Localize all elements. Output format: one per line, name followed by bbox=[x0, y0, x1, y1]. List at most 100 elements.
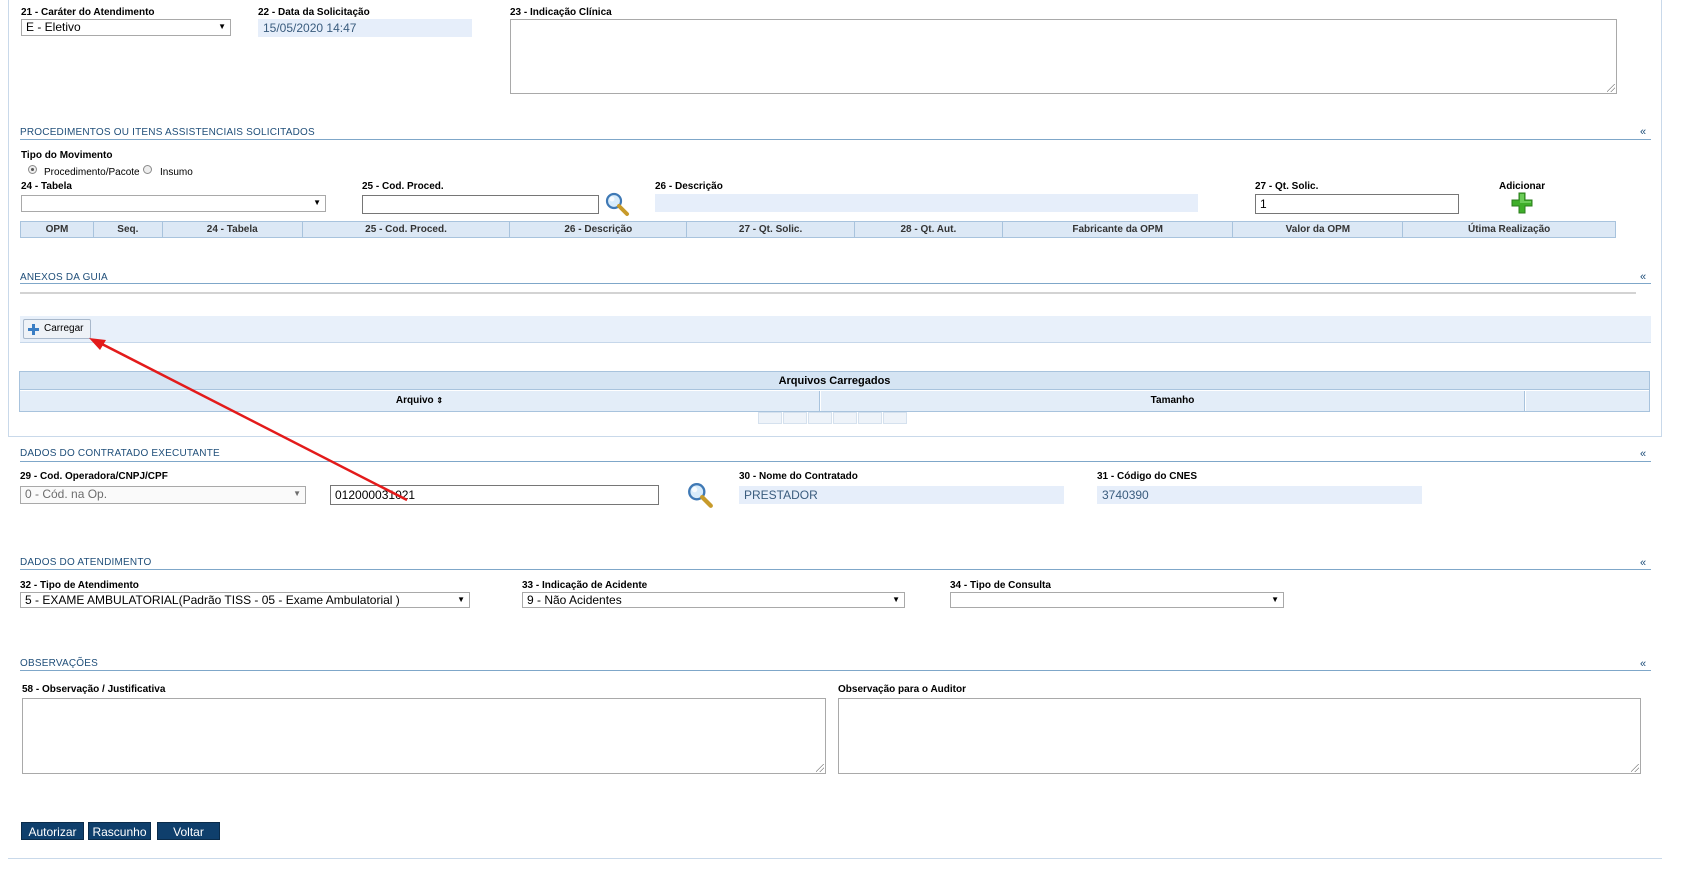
col-cod-proced[interactable]: 25 - Cod. Proced. bbox=[303, 222, 511, 237]
indicacao-acidente-label: 33 - Indicação de Acidente bbox=[522, 580, 648, 591]
chevron-down-icon: ▼ bbox=[457, 595, 465, 604]
collapse-icon[interactable]: « bbox=[1640, 271, 1646, 283]
cod-proced-label: 25 - Cod. Proced. bbox=[362, 181, 444, 192]
tabela-select[interactable]: ▼ bbox=[21, 195, 326, 212]
cod-operadora-label: 29 - Cod. Operadora/CNPJ/CPF bbox=[20, 471, 168, 482]
rascunho-button[interactable]: Rascunho bbox=[88, 822, 151, 840]
tipo-atendimento-select[interactable]: 5 - EXAME AMBULATORIAL(Padrão TISS - 05 … bbox=[20, 592, 470, 608]
cod-operadora-select-value: 0 - Cód. na Op. bbox=[25, 487, 108, 501]
radio-procedimento-label: Procedimento/Pacote bbox=[44, 167, 140, 178]
qt-solic-label: 27 - Qt. Solic. bbox=[1255, 181, 1319, 192]
indicacao-clinica-textarea[interactable] bbox=[510, 19, 1617, 94]
descricao-value bbox=[655, 194, 1198, 212]
section-divider bbox=[20, 139, 1651, 140]
pager-prev-button[interactable] bbox=[783, 412, 807, 424]
indicacao-acidente-select[interactable]: 9 - Não Acidentes ▼ bbox=[522, 592, 905, 608]
data-solicitacao-label: 22 - Data da Solicitação bbox=[258, 7, 370, 18]
qt-solic-input[interactable]: 1 bbox=[1255, 194, 1459, 214]
carater-label: 21 - Caráter do Atendimento bbox=[21, 7, 155, 18]
descricao-label: 26 - Descrição bbox=[655, 181, 723, 192]
justificativa-textarea[interactable] bbox=[22, 698, 826, 774]
data-solicitacao-value: 15/05/2020 14:47 bbox=[258, 19, 472, 37]
tipo-movimento-label: Tipo do Movimento bbox=[21, 150, 113, 161]
collapse-icon[interactable]: « bbox=[1640, 126, 1646, 138]
col-tamanho[interactable]: Tamanho bbox=[821, 391, 1525, 411]
col-valor-opm[interactable]: Valor da OPM bbox=[1233, 222, 1404, 237]
nome-contratado-value: PRESTADOR bbox=[739, 486, 1064, 504]
separator-bar bbox=[20, 292, 1636, 294]
autorizar-button[interactable]: Autorizar bbox=[21, 822, 84, 840]
radio-procedimento[interactable] bbox=[28, 165, 37, 174]
chevron-down-icon: ▼ bbox=[892, 595, 900, 604]
section-divider bbox=[20, 283, 1651, 284]
add-icon[interactable] bbox=[1511, 192, 1533, 214]
tipo-consulta-select[interactable]: ▼ bbox=[950, 592, 1284, 608]
col-opm[interactable]: OPM bbox=[21, 222, 94, 237]
carregar-label: Carregar bbox=[44, 323, 84, 334]
col-tabela[interactable]: 24 - Tabela bbox=[163, 222, 303, 237]
chevron-down-icon: ▼ bbox=[313, 198, 321, 207]
cnes-label: 31 - Código do CNES bbox=[1097, 471, 1197, 482]
observacoes-section-title: OBSERVAÇÕES bbox=[20, 658, 98, 669]
chevron-down-icon: ▼ bbox=[218, 22, 226, 31]
indicacao-clinica-label: 23 - Indicação Clínica bbox=[510, 7, 612, 18]
cnes-value: 3740390 bbox=[1097, 486, 1422, 504]
pager-last-button[interactable] bbox=[858, 412, 882, 424]
procedimentos-grid-header: OPM Seq. 24 - Tabela 25 - Cod. Proced. 2… bbox=[20, 221, 1616, 238]
pager-next-button[interactable] bbox=[833, 412, 857, 424]
atendimento-section-title: DADOS DO ATENDIMENTO bbox=[20, 557, 152, 568]
pager-size-button[interactable] bbox=[883, 412, 907, 424]
auditor-textarea[interactable] bbox=[838, 698, 1641, 774]
col-qt-solic[interactable]: 27 - Qt. Solic. bbox=[687, 222, 855, 237]
plus-icon bbox=[28, 324, 39, 335]
tabela-label: 24 - Tabela bbox=[21, 181, 72, 192]
cod-operadora-input[interactable]: 012000031021 bbox=[330, 485, 659, 505]
section-divider bbox=[20, 569, 1651, 570]
pager-page-button[interactable] bbox=[808, 412, 832, 424]
carater-select[interactable]: E - Eletivo ▼ bbox=[21, 19, 231, 36]
sort-icon: ⇕ bbox=[436, 396, 444, 405]
resize-grip-icon[interactable] bbox=[1631, 764, 1639, 772]
collapse-icon[interactable]: « bbox=[1640, 557, 1646, 569]
col-descricao[interactable]: 26 - Descrição bbox=[510, 222, 688, 237]
col-arquivo-label: Arquivo bbox=[395, 395, 434, 406]
justificativa-label: 58 - Observação / Justificativa bbox=[22, 684, 166, 695]
radio-insumo-label: Insumo bbox=[160, 167, 193, 178]
anexos-section-title: ANEXOS DA GUIA bbox=[20, 272, 108, 283]
cod-operadora-select[interactable]: 0 - Cód. na Op. ▼ bbox=[20, 486, 306, 504]
pager-first-button[interactable] bbox=[758, 412, 782, 424]
chevron-down-icon: ▼ bbox=[293, 489, 301, 498]
resize-grip-icon[interactable] bbox=[816, 764, 824, 772]
carater-value: E - Eletivo bbox=[26, 20, 81, 34]
radio-insumo[interactable] bbox=[143, 165, 152, 174]
nome-contratado-label: 30 - Nome do Contratado bbox=[739, 471, 858, 482]
cod-proced-input[interactable] bbox=[362, 195, 599, 214]
voltar-button[interactable]: Voltar bbox=[157, 822, 220, 840]
upload-toolbar bbox=[20, 316, 1651, 343]
col-qt-aut[interactable]: 28 - Qt. Aut. bbox=[855, 222, 1003, 237]
section-divider bbox=[20, 461, 1651, 462]
search-icon[interactable] bbox=[604, 191, 630, 217]
col-actions bbox=[1526, 391, 1649, 411]
indicacao-acidente-value: 9 - Não Acidentes bbox=[527, 593, 622, 607]
tipo-atendimento-label: 32 - Tipo de Atendimento bbox=[20, 580, 139, 591]
collapse-icon[interactable]: « bbox=[1640, 658, 1646, 670]
chevron-down-icon: ▼ bbox=[1271, 595, 1279, 604]
section-divider bbox=[20, 670, 1651, 671]
search-icon[interactable] bbox=[686, 481, 714, 509]
procedimentos-section-title: PROCEDIMENTOS OU ITENS ASSISTENCIAIS SOL… bbox=[20, 127, 315, 138]
col-ultima-realizacao[interactable]: Útima Realização bbox=[1403, 222, 1615, 237]
contratado-section-title: DADOS DO CONTRATADO EXECUTANTE bbox=[20, 448, 220, 459]
col-fabricante-opm[interactable]: Fabricante da OPM bbox=[1003, 222, 1234, 237]
arquivos-table: Arquivos Carregados Arquivo ⇕ Tamanho bbox=[19, 371, 1650, 412]
carregar-button[interactable]: Carregar bbox=[23, 319, 91, 339]
auditor-label: Observação para o Auditor bbox=[838, 684, 966, 695]
collapse-icon[interactable]: « bbox=[1640, 448, 1646, 460]
tipo-atendimento-value: 5 - EXAME AMBULATORIAL(Padrão TISS - 05 … bbox=[25, 593, 400, 607]
col-seq[interactable]: Seq. bbox=[94, 222, 163, 237]
arquivos-table-title: Arquivos Carregados bbox=[20, 372, 1649, 390]
col-arquivo[interactable]: Arquivo ⇕ bbox=[20, 391, 820, 411]
adicionar-label: Adicionar bbox=[1499, 181, 1546, 192]
resize-grip-icon[interactable] bbox=[1607, 84, 1615, 92]
footer-divider bbox=[8, 858, 1662, 859]
